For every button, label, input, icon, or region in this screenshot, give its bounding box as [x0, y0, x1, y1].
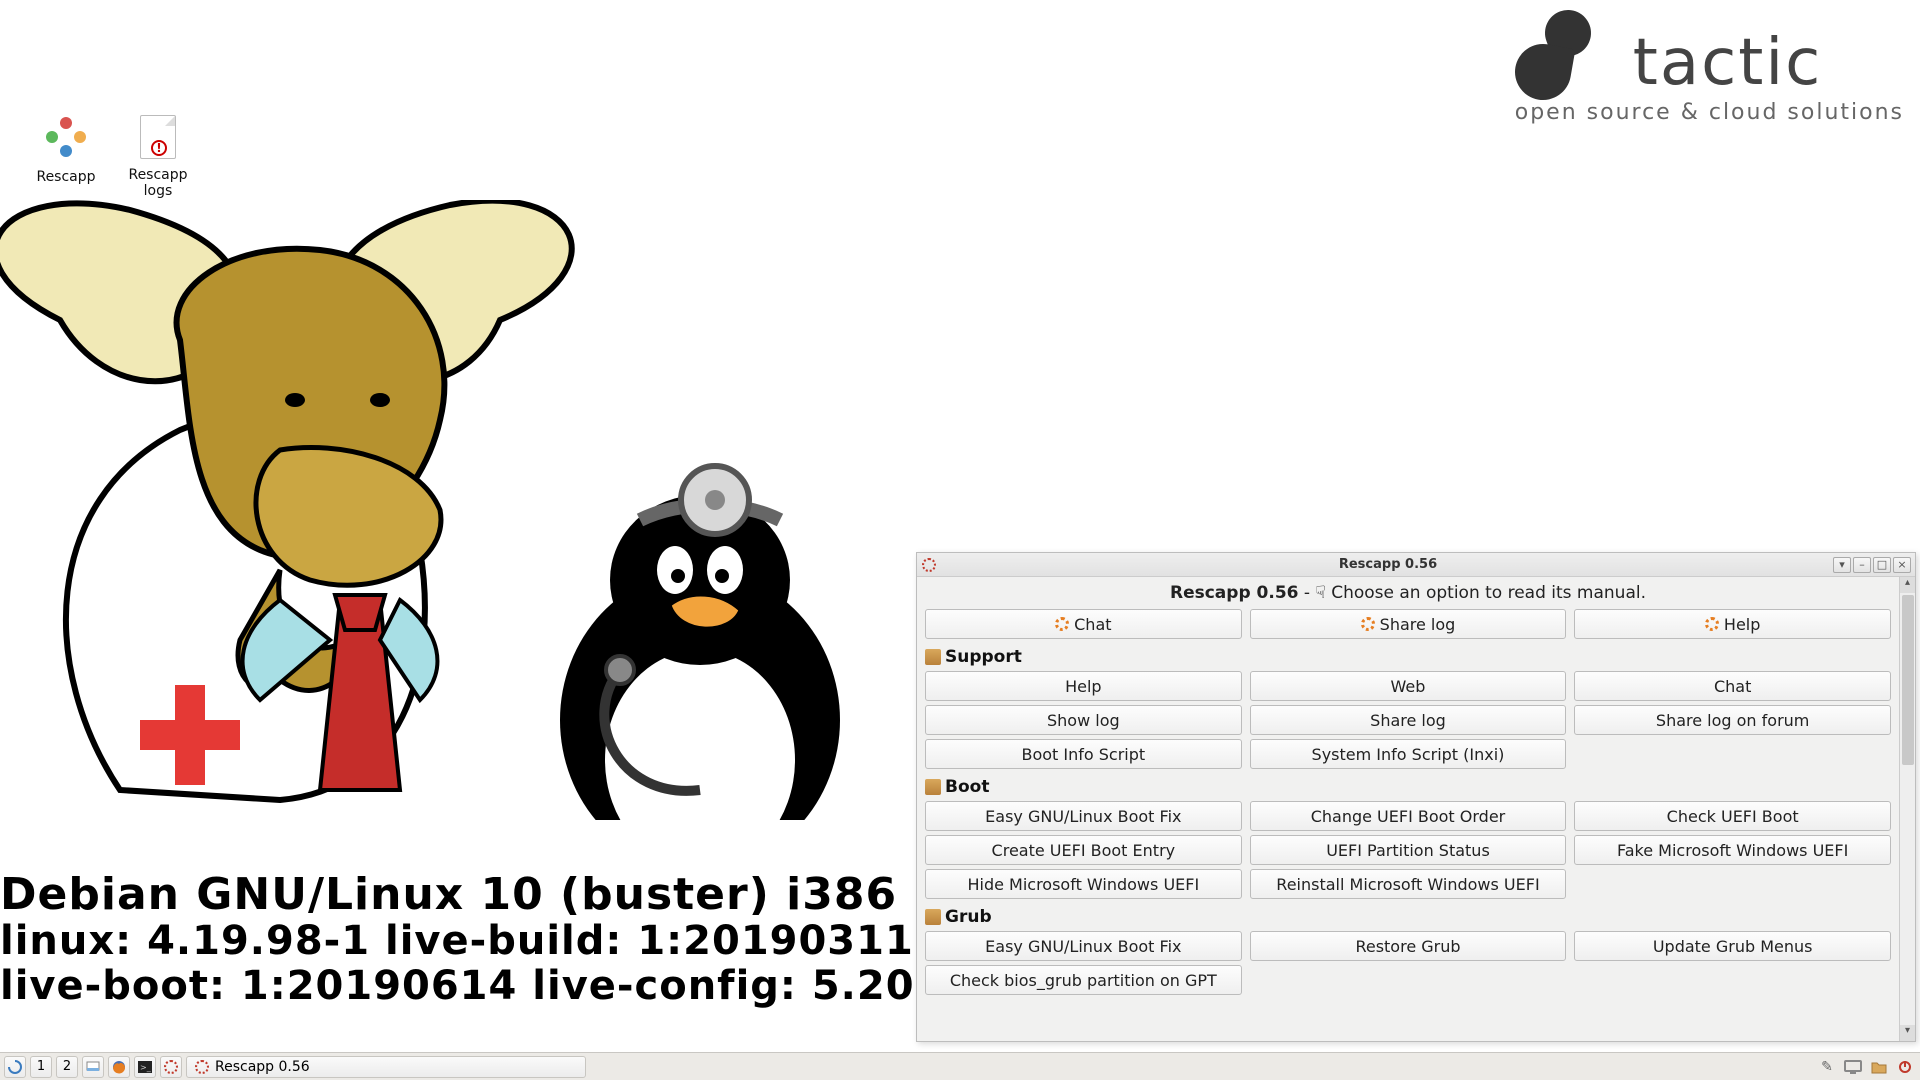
- window-title: Rescapp 0.56: [943, 557, 1833, 572]
- change-uefi-order-button[interactable]: Change UEFI Boot Order: [1250, 801, 1567, 831]
- fake-ms-uefi-button[interactable]: Fake Microsoft Windows UEFI: [1574, 835, 1891, 865]
- package-icon: [925, 909, 941, 925]
- os-info-line: linux: 4.19.98-1 live-build: 1:20190311: [0, 919, 1045, 964]
- tray-display-icon[interactable]: [1842, 1056, 1864, 1078]
- web-button[interactable]: Web: [1250, 671, 1567, 701]
- ring-icon: [195, 1060, 209, 1074]
- swirl-icon: [8, 1060, 22, 1074]
- rescapp-window: Rescapp 0.56 ▾ – □ × Rescapp 0.56 - ☟ Ch…: [916, 552, 1916, 1042]
- app-header: Rescapp 0.56 - ☟ Choose an option to rea…: [925, 583, 1891, 603]
- hide-ms-uefi-button[interactable]: Hide Microsoft Windows UEFI: [925, 869, 1242, 899]
- taskbar-entry-title: Rescapp 0.56: [215, 1059, 310, 1075]
- folder-icon: [1871, 1060, 1887, 1074]
- desktop: Rescapp ! Rescapp logs tactic open sourc…: [0, 0, 1920, 1052]
- desktop-icon-label: Rescapp logs: [116, 167, 200, 199]
- btactic-tagline: open source & cloud solutions: [1515, 100, 1904, 125]
- uefi-partition-status-button[interactable]: UEFI Partition Status: [1250, 835, 1567, 865]
- firefox-launcher[interactable]: [108, 1056, 130, 1078]
- scroll-thumb[interactable]: [1902, 595, 1914, 765]
- system-info-script-button[interactable]: System Info Script (Inxi): [1250, 739, 1567, 769]
- top-share-log-button[interactable]: Share log: [1250, 609, 1567, 639]
- check-bios-grub-button[interactable]: Check bios_grub partition on GPT: [925, 965, 1242, 995]
- rescapp-icon: [921, 557, 937, 573]
- window-minimize-button[interactable]: –: [1853, 557, 1871, 573]
- log-file-icon: !: [134, 115, 182, 163]
- desktop-icon-label: Rescapp: [24, 169, 108, 185]
- package-icon: [925, 779, 941, 795]
- scroll-up-button[interactable]: ▴: [1900, 577, 1915, 593]
- section-support-label: Support: [925, 647, 1891, 667]
- restore-grub-button[interactable]: Restore Grub: [1250, 931, 1567, 961]
- scroll-down-button[interactable]: ▾: [1900, 1025, 1915, 1041]
- window-content: Rescapp 0.56 - ☟ Choose an option to rea…: [917, 577, 1899, 1041]
- desktop-icon: [86, 1061, 100, 1073]
- ring-icon: [1361, 617, 1375, 631]
- share-log-forum-button[interactable]: Share log on forum: [1574, 705, 1891, 735]
- btactic-name: tactic: [1633, 26, 1823, 100]
- help-button[interactable]: Help: [925, 671, 1242, 701]
- rescapp-launcher[interactable]: [160, 1056, 182, 1078]
- window-keep-above-button[interactable]: ▾: [1833, 557, 1851, 573]
- check-uefi-boot-button[interactable]: Check UEFI Boot: [1574, 801, 1891, 831]
- ring-icon: [1705, 617, 1719, 631]
- monitor-icon: [1844, 1060, 1862, 1074]
- btactic-logo: tactic open source & cloud solutions: [1515, 10, 1904, 125]
- show-desktop-button[interactable]: [82, 1056, 104, 1078]
- workspace-2-button[interactable]: 2: [56, 1056, 78, 1078]
- workspace-1-button[interactable]: 1: [30, 1056, 52, 1078]
- panel-menu-button[interactable]: [4, 1056, 26, 1078]
- window-close-button[interactable]: ×: [1893, 557, 1911, 573]
- boot-info-script-button[interactable]: Boot Info Script: [925, 739, 1242, 769]
- reinstall-ms-uefi-button[interactable]: Reinstall Microsoft Windows UEFI: [1250, 869, 1567, 899]
- window-maximize-button[interactable]: □: [1873, 557, 1891, 573]
- tray-power-icon[interactable]: [1894, 1056, 1916, 1078]
- rescapp-icon: [42, 117, 90, 165]
- chat-button[interactable]: Chat: [1574, 671, 1891, 701]
- app-header-name: Rescapp 0.56: [1170, 583, 1299, 603]
- app-header-hint: Choose an option to read its manual.: [1331, 583, 1646, 603]
- firefox-icon: [112, 1060, 126, 1074]
- taskbar-entry-rescapp[interactable]: Rescapp 0.56: [186, 1056, 586, 1078]
- desktop-icon-rescapp[interactable]: Rescapp: [24, 113, 108, 185]
- easy-boot-fix-button[interactable]: Easy GNU/Linux Boot Fix: [925, 801, 1242, 831]
- show-log-button[interactable]: Show log: [925, 705, 1242, 735]
- section-grub-label: Grub: [925, 907, 1891, 927]
- btactic-mark-icon: [1515, 10, 1615, 100]
- svg-text:>_: >_: [140, 1063, 152, 1072]
- window-scrollbar[interactable]: ▴ ▾: [1899, 577, 1915, 1041]
- top-help-button[interactable]: Help: [1574, 609, 1891, 639]
- package-icon: [925, 649, 941, 665]
- wallpaper-os-info: Debian GNU/Linux 10 (buster) i386 Build …: [0, 870, 1045, 1009]
- window-titlebar[interactable]: Rescapp 0.56 ▾ – □ ×: [917, 553, 1915, 577]
- top-chat-button[interactable]: Chat: [925, 609, 1242, 639]
- ring-icon: [1055, 617, 1069, 631]
- section-boot-label: Boot: [925, 777, 1891, 797]
- power-icon: [1898, 1060, 1912, 1074]
- create-uefi-entry-button[interactable]: Create UEFI Boot Entry: [925, 835, 1242, 865]
- task-panel: 1 2 >_ Rescapp 0.56 ✎: [0, 1052, 1920, 1080]
- tray-files-icon[interactable]: [1868, 1056, 1890, 1078]
- share-log-button[interactable]: Share log: [1250, 705, 1567, 735]
- terminal-launcher[interactable]: >_: [134, 1056, 156, 1078]
- desktop-icon-rescapp-logs[interactable]: ! Rescapp logs: [116, 113, 200, 199]
- grub-easy-fix-button[interactable]: Easy GNU/Linux Boot Fix: [925, 931, 1242, 961]
- os-info-line: live-boot: 1:20190614 live-config: 5.20: [0, 964, 1045, 1009]
- wallpaper-gnu-tux: [0, 200, 940, 820]
- update-grub-menus-button[interactable]: Update Grub Menus: [1574, 931, 1891, 961]
- ring-icon: [164, 1060, 178, 1074]
- tray-edit-icon[interactable]: ✎: [1816, 1056, 1838, 1078]
- os-info-line: Debian GNU/Linux 10 (buster) i386 Build: [0, 870, 1045, 919]
- terminal-icon: >_: [138, 1061, 152, 1073]
